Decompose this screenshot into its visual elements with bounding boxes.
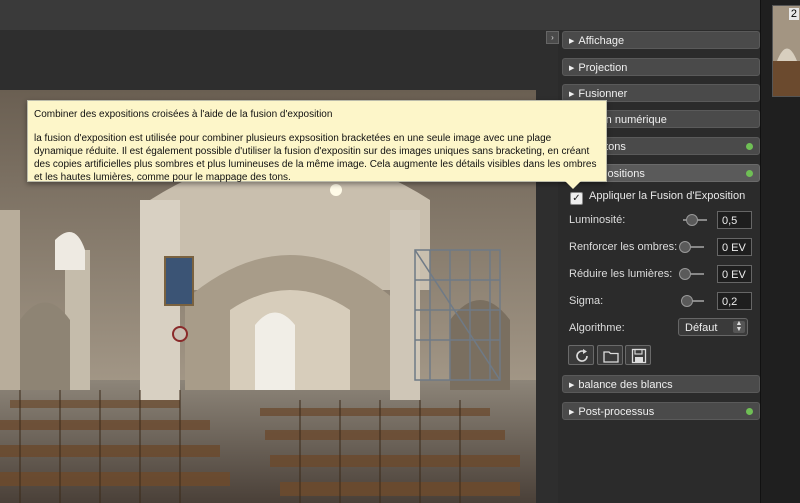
sigma-slider-knob[interactable] xyxy=(681,295,693,307)
reduire-lumieres-label: Réduire les lumières: xyxy=(569,268,673,280)
thumbnail-number: 2 xyxy=(788,8,799,20)
collapse-panel-button[interactable]: › xyxy=(546,31,559,44)
apply-fusion-label: Appliquer la Fusion d'Exposition xyxy=(589,190,746,202)
section-balance-des-blancs[interactable]: ▶ balance des blancs xyxy=(562,375,760,393)
apply-fusion-checkbox[interactable]: ✓ xyxy=(570,192,583,205)
sigma-input[interactable]: 0,2 xyxy=(717,292,752,310)
section-label: Fusionner xyxy=(578,88,628,100)
luminosite-slider-knob[interactable] xyxy=(686,214,698,226)
open-button[interactable] xyxy=(597,345,623,365)
section-label: Post-processus xyxy=(578,406,655,418)
algorithme-label: Algorithme: xyxy=(569,322,625,334)
luminosite-label: Luminosité: xyxy=(569,214,626,226)
help-tooltip: Combiner des expositions croisées à l'ai… xyxy=(27,100,607,183)
section-post-processus[interactable]: ▶ Post-processus xyxy=(562,402,760,420)
expand-triangle-icon: ▶ xyxy=(569,65,575,72)
section-label: Affichage xyxy=(578,35,625,47)
expand-triangle-icon: ▶ xyxy=(569,382,575,389)
save-button[interactable] xyxy=(625,345,651,365)
renforcer-ombres-slider-knob[interactable] xyxy=(679,241,691,253)
tooltip-arrow xyxy=(564,180,582,189)
updown-arrows-icon: ▲ ▼ xyxy=(733,320,745,333)
status-dot xyxy=(746,170,753,177)
sigma-label: Sigma: xyxy=(569,295,604,307)
section-label: balance des blancs xyxy=(578,379,673,391)
luminosite-input[interactable]: 0,5 xyxy=(717,211,752,229)
reduire-lumieres-input[interactable]: 0 EV xyxy=(717,265,752,283)
algorithme-select-value: Défaut xyxy=(685,322,718,334)
reduire-lumieres-slider-knob[interactable] xyxy=(679,268,691,280)
renforcer-ombres-label: Renforcer les ombres: xyxy=(569,241,678,253)
tooltip-title: Combiner des expositions croisées à l'ai… xyxy=(34,109,333,120)
apply-fusion-checkbox-row[interactable]: ✓ Appliquer la Fusion d'Exposition xyxy=(570,190,745,205)
algorithme-select[interactable]: Défaut ▲ ▼ xyxy=(678,318,748,336)
save-icon xyxy=(631,348,647,364)
section-label: Projection xyxy=(578,62,628,74)
renforcer-ombres-input[interactable]: 0 EV xyxy=(717,238,752,256)
reset-icon xyxy=(576,349,588,362)
top-toolbar xyxy=(0,0,760,30)
status-dot xyxy=(746,143,753,150)
expand-triangle-icon: ▶ xyxy=(569,38,575,45)
image-thumbnail[interactable]: 2 xyxy=(772,5,800,97)
status-dot xyxy=(746,408,753,415)
section-projection[interactable]: ▶ Projection xyxy=(562,58,760,76)
tooltip-body: la fusion d'exposition est utilisée pour… xyxy=(34,133,597,183)
open-folder-icon xyxy=(603,351,619,363)
reset-button[interactable] xyxy=(568,345,594,365)
expand-triangle-icon: ▶ xyxy=(569,409,575,416)
section-affichage[interactable]: ▶ Affichage xyxy=(562,31,760,49)
expand-triangle-icon: ▶ xyxy=(569,91,575,98)
